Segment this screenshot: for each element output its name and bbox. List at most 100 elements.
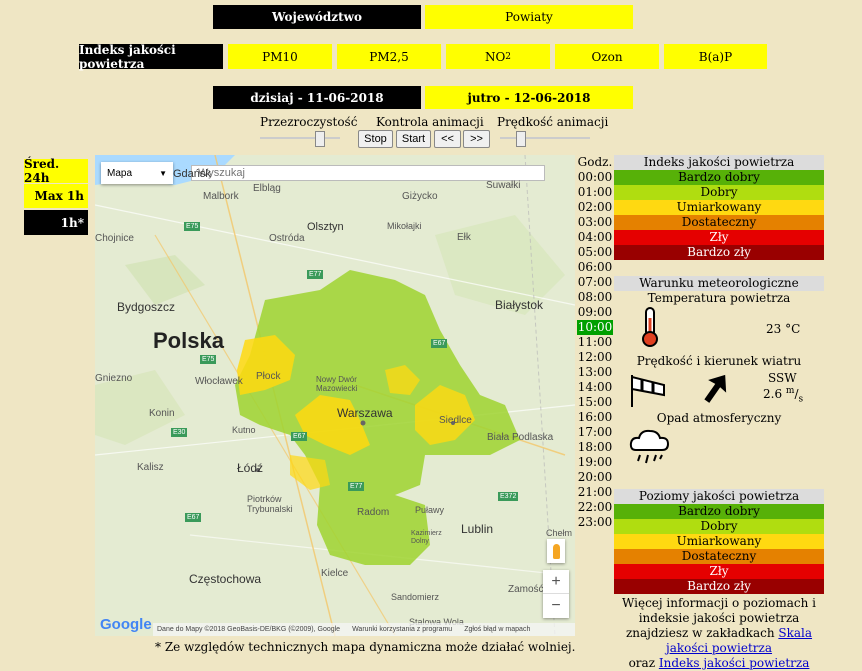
aq-index-level: Dobry xyxy=(614,185,824,200)
tab-today[interactable]: dzisiaj - 11-06-2018 xyxy=(213,86,421,109)
aq-index-legend: Indeks jakości powietrza Bardzo dobry Dob… xyxy=(614,155,824,260)
map-type-select[interactable]: Mapa ▼ xyxy=(101,162,173,184)
road-e30: E30 xyxy=(171,428,188,437)
temperature-title: Temperatura powietrza xyxy=(647,291,791,305)
city-kalisz: Kalisz xyxy=(137,462,164,473)
map-attribution-bar: Dane do Mapy ©2018 GeoBasis-DE/BKG (©200… xyxy=(153,623,575,636)
tab-wojewodztwo[interactable]: Województwo xyxy=(213,5,421,29)
menu-avg-24h[interactable]: Śred. 24h xyxy=(24,157,88,185)
hour-item[interactable]: 11:00 xyxy=(577,335,613,350)
hours-header: Godz. xyxy=(577,155,613,169)
aq-index-level: Dostateczny xyxy=(614,215,824,230)
tab-tomorrow[interactable]: jutro - 12-06-2018 xyxy=(425,86,633,109)
aq-info-text: Więcej informacji o poziomach i indeksie… xyxy=(614,596,824,671)
speed-slider-handle[interactable] xyxy=(516,131,526,147)
city-bialystok: Białystok xyxy=(495,298,544,312)
map-report-link[interactable]: Zgłoś błąd w mapach xyxy=(464,626,530,633)
city-nowy-dwor: Nowy Dwór Mazowiecki xyxy=(316,375,358,393)
aq-levels-level: Umiarkowany xyxy=(614,534,824,549)
index-link[interactable]: Indeks jakości powietrza xyxy=(659,656,810,670)
hour-item[interactable]: 00:00 xyxy=(577,170,613,185)
tab-powiaty[interactable]: Powiaty xyxy=(425,5,633,29)
street-view-pegman-icon[interactable] xyxy=(547,539,565,563)
hour-item[interactable]: 16:00 xyxy=(577,410,613,425)
tab-pm25[interactable]: PM2,5 xyxy=(337,44,441,69)
city-gniezno: Gniezno xyxy=(95,373,133,384)
tab-index-jakosci[interactable]: Indeks jakości powietrza xyxy=(79,43,223,71)
hour-item[interactable]: 06:00 xyxy=(577,260,613,275)
no2-subscript: 2 xyxy=(505,51,512,62)
wind-unit-den: s xyxy=(798,394,804,405)
hour-item[interactable]: 10:00 xyxy=(577,320,613,335)
road-e75-mid: E75 xyxy=(200,355,217,364)
city-czestochowa: Częstochowa xyxy=(189,572,262,586)
previous-frame-button[interactable]: << xyxy=(434,130,461,148)
hour-item[interactable]: 19:00 xyxy=(577,455,613,470)
city-sandomierz: Sandomierz xyxy=(391,592,440,602)
hour-item[interactable]: 20:00 xyxy=(577,470,613,485)
city-biala-podlaska: Biała Podlaska xyxy=(487,432,554,443)
speed-slider-track[interactable] xyxy=(500,137,590,139)
weather-panel: Warunku meteorologiczne Temperatura powi… xyxy=(614,276,824,464)
aq-levels-level: Dobry xyxy=(614,519,824,534)
city-zamosc: Zamość xyxy=(508,584,544,595)
road-e75-north: E75 xyxy=(184,222,201,231)
hour-item[interactable]: 21:00 xyxy=(577,485,613,500)
hour-item[interactable]: 08:00 xyxy=(577,290,613,305)
tab-no2[interactable]: NO 2 xyxy=(446,44,550,69)
hour-item[interactable]: 01:00 xyxy=(577,185,613,200)
hour-item[interactable]: 13:00 xyxy=(577,365,613,380)
hour-item[interactable]: 07:00 xyxy=(577,275,613,290)
temperature-value: 23 °C xyxy=(766,322,800,336)
hour-item[interactable]: 17:00 xyxy=(577,425,613,440)
hour-item[interactable]: 09:00 xyxy=(577,305,613,320)
aq-levels-level: Bardzo dobry xyxy=(614,504,824,519)
map-attribution: Dane do Mapy ©2018 GeoBasis-DE/BKG (©200… xyxy=(157,626,341,633)
map-terms-link[interactable]: Warunki korzystania z programu xyxy=(352,626,452,633)
city-piotrkow: Piotrków Trybunalski xyxy=(247,494,293,514)
tab-bap[interactable]: B(a)P xyxy=(664,44,767,69)
hour-item[interactable]: 14:00 xyxy=(577,380,613,395)
zoom-controls: + − xyxy=(543,570,569,618)
city-warszawa: Warszawa xyxy=(337,406,393,420)
zoom-out-button[interactable]: − xyxy=(543,594,569,618)
city-elk: Ełk xyxy=(457,232,471,243)
zoom-in-button[interactable]: + xyxy=(543,570,569,594)
city-siedlce: Siedlce xyxy=(439,415,472,426)
hour-item[interactable]: 23:00 xyxy=(577,515,613,530)
hour-item[interactable]: 15:00 xyxy=(577,395,613,410)
tab-ozon[interactable]: Ozon xyxy=(555,44,659,69)
hour-item[interactable]: 18:00 xyxy=(577,440,613,455)
city-lodz: Łódź xyxy=(237,461,264,475)
air-quality-map[interactable]: Mapa ▼ Gdańsk Malbork Elbląg Olsztyn Giż… xyxy=(95,155,575,636)
aq-index-level: Umiarkowany xyxy=(614,200,824,215)
menu-1h[interactable]: 1h* xyxy=(24,210,88,235)
hour-item[interactable]: 02:00 xyxy=(577,200,613,215)
road-e77-south: E77 xyxy=(348,482,365,491)
tab-pm10[interactable]: PM10 xyxy=(228,44,332,69)
hour-item[interactable]: 04:00 xyxy=(577,230,613,245)
stop-button[interactable]: Stop xyxy=(358,130,393,148)
start-button[interactable]: Start xyxy=(396,130,431,148)
hour-item[interactable]: 05:00 xyxy=(577,245,613,260)
hours-list: Godz. 00:00 01:00 02:00 03:00 04:00 05:00 06:0… xyxy=(577,155,613,530)
rain-cloud-icon xyxy=(629,429,670,464)
transparency-slider-track[interactable] xyxy=(260,137,340,139)
hour-item[interactable]: 12:00 xyxy=(577,350,613,365)
city-chelm: Chełm xyxy=(546,528,573,538)
next-frame-button[interactable]: >> xyxy=(463,130,490,148)
map-search-input[interactable] xyxy=(191,165,545,181)
menu-max-1h[interactable]: Max 1h xyxy=(24,184,88,208)
hour-item[interactable]: 03:00 xyxy=(577,215,613,230)
city-chojnice: Chojnice xyxy=(95,233,134,244)
hour-item[interactable]: 22:00 xyxy=(577,500,613,515)
city-pulawy: Puławy xyxy=(415,505,445,515)
map-type-label: Mapa xyxy=(107,167,133,179)
aq-levels-level: Zły xyxy=(614,564,824,579)
aq-index-level: Zły xyxy=(614,230,824,245)
aq-levels-level: Bardzo zły xyxy=(614,579,824,594)
aq-index-level: Bardzo zły xyxy=(614,245,824,260)
transparency-slider-handle[interactable] xyxy=(315,131,325,147)
wind-unit-num: m xyxy=(785,386,795,396)
city-kutno: Kutno xyxy=(232,425,256,435)
